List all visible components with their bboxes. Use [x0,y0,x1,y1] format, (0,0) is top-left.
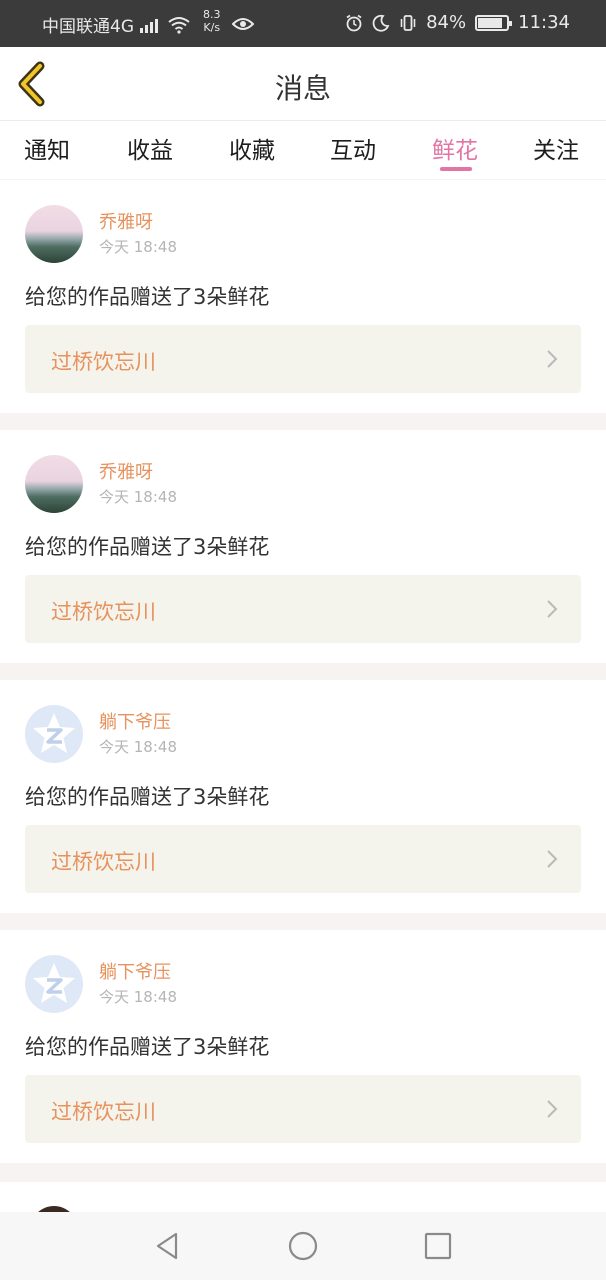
message-time: 今天 18:48 [99,988,177,1006]
user-avatar[interactable] [25,705,83,763]
user-name[interactable]: 躺下爷压 [99,958,171,984]
work-link[interactable]: 过桥饮忘川 [25,325,581,393]
tab-interactions[interactable]: 互动 [330,131,376,165]
work-title: 过桥饮忘川 [51,350,156,374]
wifi-icon [168,16,190,34]
work-title: 过桥饮忘川 [51,850,156,874]
user-avatar[interactable] [25,455,83,513]
message-card: 躺下爷压 今天 18:48 给您的作品赠送了3朵鲜花 过桥饮忘川 [0,930,606,1163]
message-card: 躺下爷压 今天 18:48 给您的作品赠送了3朵鲜花 过桥饮忘川 [0,680,606,913]
clock: 11:34 [518,12,570,33]
work-link[interactable]: 过桥饮忘川 [25,1075,581,1143]
user-name[interactable]: 躺下爷压 [99,708,171,734]
status-left: 中国联通4G [42,12,190,37]
tab-bar: 通知 收益 收藏 互动 鲜花 关注 [0,121,606,179]
work-title: 过桥饮忘川 [51,600,156,624]
star-logo-icon [33,963,75,1003]
tab-flowers[interactable]: 鲜花 [432,131,478,165]
active-tab-indicator [440,167,472,171]
message-card: 乔雅呀 今天 18:48 给您的作品赠送了3朵鲜花 过桥饮忘川 [0,180,606,413]
message-time: 今天 18:48 [99,738,177,756]
message-card: 乔雅呀 今天 18:48 给您的作品赠送了3朵鲜花 过桥饮忘川 [0,430,606,663]
tab-notifications[interactable]: 通知 [24,131,70,165]
eye-icon [232,18,254,30]
carrier-label: 中国联通4G [42,17,134,37]
user-avatar[interactable] [25,955,83,1013]
speed-unit: K/s [203,21,221,34]
tab-favorites[interactable]: 收藏 [229,131,275,165]
app-root: 中国联通4G 8.3 K/s 84% 11:34 消息 通知 收益 收藏 互动 … [0,0,606,1280]
chevron-right-icon [547,350,558,368]
chevron-right-icon [547,850,558,868]
user-name[interactable]: 乔雅呀 [99,208,153,234]
square-recents-icon[interactable] [422,1230,454,1262]
page-title: 消息 [274,72,331,105]
speed-value: 8.3 [203,8,221,21]
circle-home-icon[interactable] [287,1230,319,1262]
user-avatar[interactable] [25,205,83,263]
chevron-right-icon [547,600,558,618]
status-bar: 中国联通4G 8.3 K/s 84% 11:34 [0,0,606,47]
message-text: 给您的作品赠送了3朵鲜花 [25,1035,270,1059]
alarm-icon [346,14,362,31]
work-title: 过桥饮忘川 [51,1100,156,1124]
star-logo-icon [33,713,75,753]
message-text: 给您的作品赠送了3朵鲜花 [25,535,270,559]
battery-icon [475,14,513,31]
system-nav-bar [0,1212,606,1280]
work-link[interactable]: 过桥饮忘川 [25,825,581,893]
cell-signal-icon [140,17,158,33]
moon-icon [372,14,390,32]
status-right: 84% 11:34 [345,12,570,33]
message-text: 给您的作品赠送了3朵鲜花 [25,285,270,309]
work-link[interactable]: 过桥饮忘川 [25,575,581,643]
message-text: 给您的作品赠送了3朵鲜花 [25,785,270,809]
vibrate-icon [400,14,416,31]
message-time: 今天 18:48 [99,238,177,256]
tab-follows[interactable]: 关注 [533,131,579,165]
tab-earnings[interactable]: 收益 [127,131,173,165]
battery-percent: 84% [426,12,467,33]
message-time: 今天 18:48 [99,488,177,506]
chevron-right-icon [547,1100,558,1118]
user-name[interactable]: 乔雅呀 [99,458,153,484]
triangle-back-icon[interactable] [152,1230,184,1262]
app-header: 消息 [0,47,606,121]
network-speed: 8.3 K/s [203,8,221,34]
